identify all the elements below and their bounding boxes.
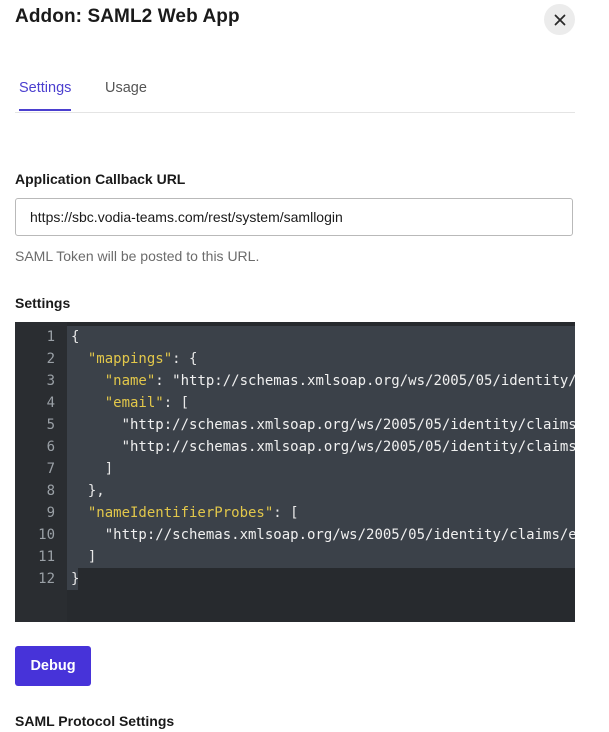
json-key: "name": [104, 373, 156, 389]
code-punctuation: {: [71, 329, 80, 345]
tab-settings[interactable]: Settings: [19, 80, 72, 111]
code-punctuation: },: [87, 483, 105, 499]
line-number: 10: [38, 527, 55, 543]
code-line: ]: [71, 458, 113, 480]
line-number: 4: [46, 395, 55, 411]
code-line: "email": [: [71, 392, 189, 414]
tab-usage[interactable]: Usage: [105, 80, 147, 110]
code-punctuation: ]: [104, 461, 114, 477]
code-line: }: [71, 568, 79, 590]
code-line: "http://schemas.xmlsoap.org/ws/2005/05/i…: [71, 436, 575, 458]
editor-code-area[interactable]: { "mappings": { "name": "http://schemas.…: [67, 322, 575, 622]
json-value: "http://schemas.xmlsoap.org/ws/2005/05/i…: [104, 527, 575, 543]
line-number: 6: [46, 439, 55, 455]
code-line: ]: [71, 546, 96, 568]
callback-url-label: Application Callback URL: [15, 171, 186, 187]
editor-gutter: 1 2 3 4 5 6 7 8 9 10 11 12: [15, 322, 67, 622]
code-punctuation: ]: [87, 549, 97, 565]
callback-url-help: SAML Token will be posted to this URL.: [15, 248, 260, 264]
close-icon: [554, 14, 565, 25]
code-line: "nameIdentifierProbes": [: [71, 502, 299, 524]
json-value: "http://schemas.xmlsoap.org/ws/2005/05/i…: [121, 417, 575, 433]
line-number: 9: [46, 505, 55, 521]
line-number: 7: [46, 461, 55, 477]
line-number: 12: [38, 571, 55, 587]
settings-label: Settings: [15, 295, 71, 311]
line-number: 1: [46, 329, 55, 345]
code-line: "http://schemas.xmlsoap.org/ws/2005/05/i…: [71, 414, 575, 436]
code-line: "mappings": {: [71, 348, 198, 370]
settings-code-editor[interactable]: 1 2 3 4 5 6 7 8 9 10 11 12 { "mappings":…: [15, 322, 575, 622]
code-punctuation: }: [71, 571, 80, 587]
code-punctuation: : [: [273, 505, 299, 521]
callback-url-input[interactable]: [15, 198, 573, 236]
debug-button[interactable]: Debug: [15, 646, 91, 686]
line-number: 8: [46, 483, 55, 499]
addon-dialog: Addon: SAML2 Web App Settings Usage Appl…: [0, 0, 609, 732]
line-number: 3: [46, 373, 55, 389]
code-punctuation: : [: [163, 395, 190, 411]
line-number: 2: [46, 351, 55, 367]
close-button[interactable]: [544, 4, 575, 35]
saml-protocol-settings-label: SAML Protocol Settings: [15, 713, 175, 729]
json-value: "http://schemas.xmlsoap.org/ws/2005/05/i…: [121, 439, 575, 455]
code-line: },: [71, 480, 105, 502]
code-line: "http://schemas.xmlsoap.org/ws/2005/05/i…: [71, 524, 575, 546]
code-line: {: [71, 326, 79, 348]
json-key: "email": [104, 395, 164, 411]
json-key: "nameIdentifierProbes": [87, 505, 274, 521]
json-key: "mappings": [87, 351, 173, 367]
line-number: 11: [38, 549, 55, 565]
tab-bar: Settings Usage: [15, 72, 575, 113]
line-number: 5: [46, 417, 55, 433]
dialog-title: Addon: SAML2 Web App: [15, 6, 240, 27]
code-line: "name": "http://schemas.xmlsoap.org/ws/2…: [71, 370, 575, 392]
json-value: : "http://schemas.xmlsoap.org/ws/2005/05…: [155, 373, 575, 389]
code-punctuation: : {: [172, 351, 198, 367]
